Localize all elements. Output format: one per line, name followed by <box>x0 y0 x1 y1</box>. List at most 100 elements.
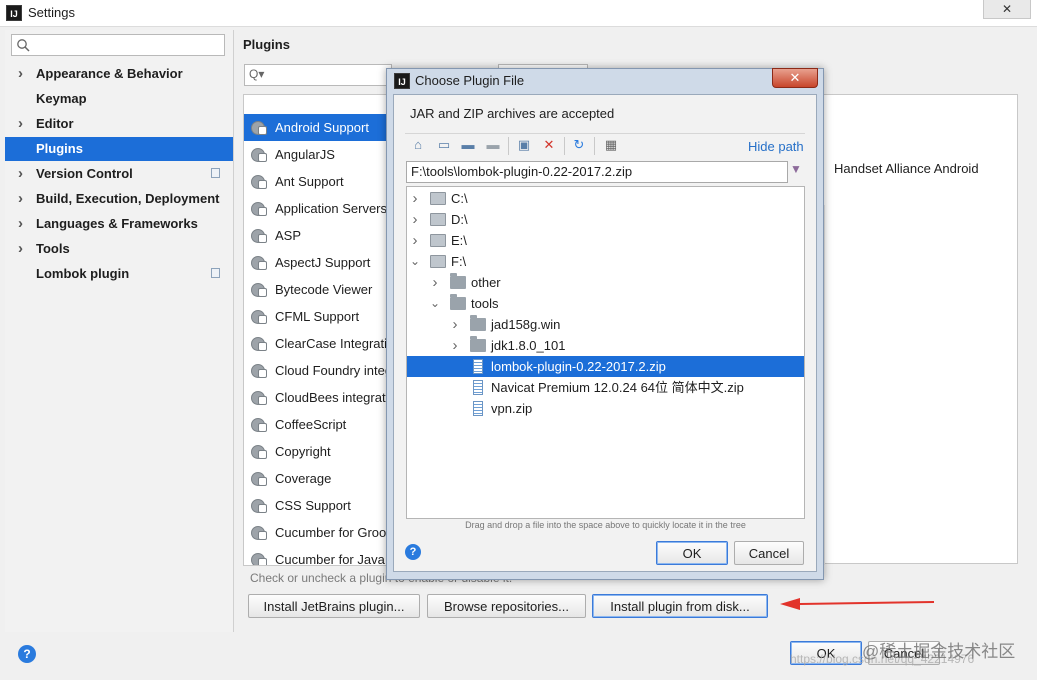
file-tree-node-label: F:\ <box>451 254 467 269</box>
folder-icon <box>450 294 466 310</box>
file-tree-node-label: E:\ <box>451 233 467 248</box>
sidebar-item-version-control[interactable]: › Version Control <box>5 162 233 186</box>
module-folder-icon[interactable]: ▬ <box>486 138 500 152</box>
file-tree-node[interactable]: › jad158g.win <box>407 314 804 335</box>
home-icon[interactable]: ⌂ <box>411 138 425 152</box>
plugin-icon <box>251 553 267 565</box>
window-close-button[interactable]: ✕ <box>983 0 1031 19</box>
plugin-name: Application Servers <box>275 201 387 216</box>
new-folder-icon[interactable]: ▣ <box>517 138 531 152</box>
plugin-list-item[interactable]: Ant Support <box>244 168 388 195</box>
dialog-close-button[interactable]: ✕ <box>772 68 818 88</box>
delete-icon[interactable]: ✕ <box>542 138 556 152</box>
install-plugin-from-disk-button[interactable]: Install plugin from disk... <box>592 594 768 618</box>
expand-arrow-icon[interactable]: › <box>430 272 440 293</box>
sidebar-item-tools[interactable]: › Tools <box>5 237 233 261</box>
expand-arrow-icon[interactable]: › <box>18 162 23 186</box>
file-tree-node-label: vpn.zip <box>491 401 533 416</box>
plugin-list[interactable]: Android Support AngularJS Ant Support Appli… <box>243 94 389 566</box>
install-jetbrains-plugin-button[interactable]: Install JetBrains plugin... <box>248 594 420 618</box>
expand-arrow-icon[interactable]: › <box>18 187 23 211</box>
file-tree-node[interactable]: › jdk1.8.0_101 <box>407 335 804 356</box>
plugin-list-item[interactable]: Application Servers <box>244 195 388 222</box>
file-tree-node[interactable]: › D:\ <box>407 209 804 230</box>
browse-repositories-button[interactable]: Browse repositories... <box>427 594 586 618</box>
file-tree-node[interactable]: ⌄ F:\ <box>407 251 804 272</box>
expand-arrow-icon[interactable]: › <box>18 212 23 236</box>
plugin-search-input[interactable]: Q▾ <box>244 64 392 86</box>
file-tree-node[interactable]: › other <box>407 272 804 293</box>
settings-search-input[interactable] <box>11 34 225 56</box>
plugin-list-item[interactable]: CFML Support <box>244 303 388 330</box>
sidebar-item-plugins[interactable]: Plugins <box>5 137 233 161</box>
plugin-icon <box>251 310 267 324</box>
sidebar-item-label: Editor <box>36 116 74 131</box>
toolbar-separator <box>508 137 509 155</box>
expand-arrow-icon[interactable]: › <box>18 112 23 136</box>
sidebar-item-label: Keymap <box>36 91 87 106</box>
plugin-icon <box>251 202 267 216</box>
plugin-name: Copyright <box>275 444 331 459</box>
expand-arrow-icon[interactable]: › <box>410 188 420 209</box>
plugin-list-item[interactable]: CSS Support <box>244 492 388 519</box>
file-path-input[interactable]: F:\tools\lombok-plugin-0.22-2017.2.zip <box>406 161 788 183</box>
dialog-ok-button[interactable]: OK <box>656 541 728 565</box>
file-tree-node[interactable]: ⌄ tools <box>407 293 804 314</box>
sidebar-item-languages-frameworks[interactable]: › Languages & Frameworks <box>5 212 233 236</box>
sidebar-item-keymap[interactable]: Keymap <box>5 87 233 111</box>
plugin-list-item[interactable]: CloudBees integratio <box>244 384 388 411</box>
sidebar-item-editor[interactable]: › Editor <box>5 112 233 136</box>
sidebar-item-build-execution-deployment[interactable]: › Build, Execution, Deployment <box>5 187 233 211</box>
dialog-cancel-button[interactable]: Cancel <box>734 541 804 565</box>
plugin-list-item[interactable]: Android Support <box>244 114 388 141</box>
expand-arrow-icon[interactable]: › <box>450 314 460 335</box>
plugin-icon <box>251 391 267 405</box>
plugin-name: Android Support <box>275 120 369 135</box>
project-folder-icon[interactable]: ▬ <box>461 138 475 152</box>
file-tree-node-label: Navicat Premium 12.0.24 64位 简体中文.zip <box>491 380 744 395</box>
path-history-icon[interactable]: ▼ <box>790 162 804 180</box>
plugin-list-item[interactable]: ClearCase Integratio <box>244 330 389 357</box>
plugin-list-item[interactable]: ASP <box>244 222 388 249</box>
toolbar-separator <box>594 137 595 155</box>
plugin-name: ASP <box>275 228 302 243</box>
plugin-list-item[interactable]: Cucumber for Java <box>244 546 388 565</box>
intellij-logo-icon: IJ <box>394 73 410 89</box>
file-tree-node[interactable]: Navicat Premium 12.0.24 64位 简体中文.zip <box>407 377 804 398</box>
expand-arrow-icon[interactable]: › <box>410 230 420 251</box>
plugin-list-item[interactable]: AspectJ Support <box>244 249 388 276</box>
file-tree-node[interactable]: › C:\ <box>407 188 804 209</box>
file-tree-node[interactable]: vpn.zip <box>407 398 804 419</box>
show-hidden-files-icon[interactable]: ▦ <box>604 138 618 152</box>
plugin-name: AngularJS <box>275 147 335 162</box>
sidebar-item-label: Build, Execution, Deployment <box>36 191 220 206</box>
plugin-list-item[interactable]: Bytecode Viewer <box>244 276 388 303</box>
hide-path-link[interactable]: Hide path <box>748 139 804 154</box>
plugin-icon <box>251 445 267 459</box>
file-tree-node-label: other <box>471 275 501 290</box>
plugin-icon <box>251 364 267 378</box>
expand-arrow-icon[interactable]: › <box>18 237 23 261</box>
sidebar-item-lombok-plugin[interactable]: Lombok plugin <box>5 262 233 286</box>
sidebar-item-appearance-behavior[interactable]: › Appearance & Behavior <box>5 62 233 86</box>
help-icon[interactable]: ? <box>18 645 36 663</box>
plugin-list-item[interactable]: Copyright <box>244 438 388 465</box>
plugin-name: ClearCase Integratio <box>275 336 389 351</box>
expand-arrow-icon[interactable]: › <box>18 62 23 86</box>
plugin-icon <box>251 472 267 486</box>
file-tree-node[interactable]: › E:\ <box>407 230 804 251</box>
plugin-list-item[interactable]: Cucumber for Groov <box>244 519 388 546</box>
plugin-list-item[interactable]: Coverage <box>244 465 388 492</box>
desktop-icon[interactable]: ▭ <box>437 138 451 152</box>
expand-arrow-icon[interactable]: › <box>450 335 460 356</box>
file-tree-node[interactable]: lombok-plugin-0.22-2017.2.zip <box>407 356 804 377</box>
plugin-list-item[interactable]: AngularJS <box>244 141 388 168</box>
file-tree[interactable]: › C:\ › D:\ › E:\ ⌄ F:\ › other ⌄ tools › jad158g.win… <box>406 186 805 519</box>
collapse-arrow-icon[interactable]: ⌄ <box>410 251 420 272</box>
collapse-arrow-icon[interactable]: ⌄ <box>430 293 440 314</box>
expand-arrow-icon[interactable]: › <box>410 209 420 230</box>
dialog-help-icon[interactable]: ? <box>405 544 421 560</box>
refresh-icon[interactable]: ↻ <box>572 138 586 152</box>
plugin-list-item[interactable]: CoffeeScript <box>244 411 388 438</box>
plugin-list-item[interactable]: Cloud Foundry integ <box>244 357 388 384</box>
